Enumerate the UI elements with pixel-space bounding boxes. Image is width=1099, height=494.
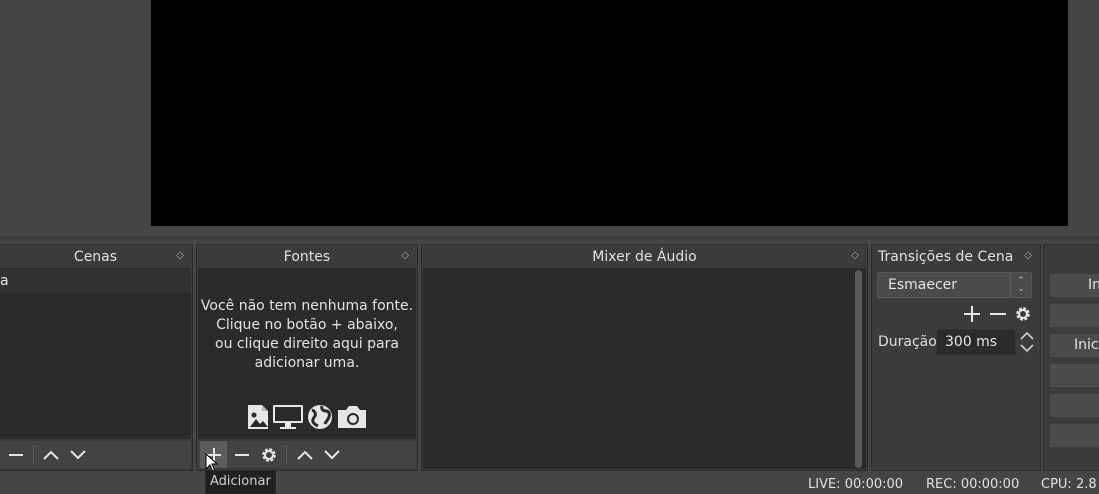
scenes-list[interactable]: a (0, 268, 191, 439)
add-icon[interactable] (962, 304, 982, 324)
remove-icon[interactable] (988, 304, 1008, 324)
empty-line: ou clique direito aqui para (215, 336, 399, 352)
duration-value: 300 ms (945, 334, 998, 350)
float-icon[interactable]: ◇ (851, 248, 859, 264)
camera-icon (338, 406, 366, 428)
updown-icon: ⌃ ⌄ (1010, 273, 1031, 297)
duration-spinbox[interactable]: 300 ms (936, 329, 1016, 355)
move-down-icon[interactable] (318, 441, 345, 468)
gear-icon[interactable] (255, 441, 282, 468)
studio-mode-button[interactable] (1049, 363, 1099, 388)
rec-status: REC: 00:00:00 (926, 477, 1020, 492)
start-recording-button[interactable]: I (1049, 303, 1099, 328)
monitor-icon (273, 405, 303, 429)
controls-dock: Inic I Inicia (1043, 244, 1099, 471)
start-streaming-button[interactable]: Inic (1049, 273, 1099, 298)
gear-icon[interactable] (1013, 304, 1033, 324)
empty-line: Clique no botão + abaixo, (216, 317, 398, 333)
transition-select[interactable]: Esmaecer ⌃ ⌄ (877, 272, 1032, 298)
empty-line: adicionar uma. (254, 355, 360, 371)
sources-list[interactable]: Você não tem nenhuma fonte. Clique no bo… (198, 268, 416, 439)
float-icon[interactable]: ◇ (1024, 248, 1032, 264)
exit-button[interactable] (1049, 423, 1099, 448)
dock-title: Cenas (73, 249, 118, 265)
sources-toolbar (198, 441, 416, 468)
empty-sources-message: Você não tem nenhuma fonte. Clique no bo… (198, 297, 416, 373)
dock-title: Mixer de Áudio (592, 249, 697, 265)
audio-mixer-dock: Mixer de Áudio ◇ (421, 244, 868, 471)
scrollbar[interactable] (855, 270, 862, 468)
move-down-icon[interactable] (64, 441, 91, 468)
splitter[interactable] (0, 236, 1099, 240)
live-status: LIVE: 00:00:00 (808, 477, 904, 492)
scenes-dock: Cenas ◇ a (0, 244, 193, 471)
spin-arrows[interactable] (1018, 329, 1036, 355)
move-up-icon[interactable] (291, 441, 318, 468)
preview-canvas[interactable] (151, 0, 1068, 226)
sources-dock: Fontes ◇ Você não tem nenhuma fonte. Cli… (196, 244, 418, 473)
tooltip: Adicionar (205, 470, 276, 494)
dock-title: Fontes (283, 249, 331, 265)
remove-icon[interactable] (228, 441, 255, 468)
globe-icon (308, 405, 332, 429)
source-type-icons (246, 404, 368, 430)
empty-line: Você não tem nenhuma fonte. (200, 298, 414, 314)
status-bar: LIVE: 00:00:00 REC: 00:00:00 CPU: 2.8 (0, 476, 1099, 493)
move-up-icon[interactable] (37, 441, 64, 468)
scenes-toolbar (0, 441, 191, 468)
dock-title: Transições de Cena (878, 249, 1014, 265)
settings-button[interactable] (1049, 393, 1099, 418)
duration-label: Duração (878, 334, 937, 350)
float-icon[interactable]: ◇ (176, 248, 184, 264)
remove-icon[interactable] (2, 441, 29, 468)
start-virtualcam-button[interactable]: Inicia (1049, 333, 1099, 358)
transitions-dock: Transições de Cena ◇ Esmaecer ⌃ ⌄ Duração… (871, 244, 1041, 471)
mixer-area (423, 268, 866, 469)
float-icon[interactable]: ◇ (401, 248, 409, 264)
list-item[interactable]: a (0, 269, 191, 293)
transition-select-value: Esmaecer (888, 277, 958, 293)
image-icon (248, 405, 268, 429)
cpu-status: CPU: 2.8 (1041, 477, 1097, 492)
